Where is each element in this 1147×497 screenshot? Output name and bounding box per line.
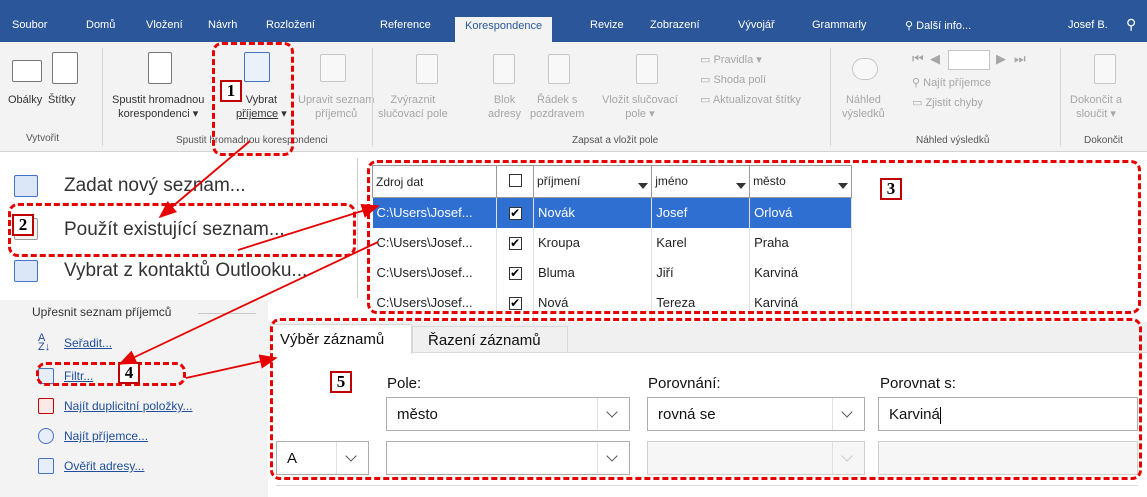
annotation-arrows	[118, 140, 380, 379]
arrow-4-to-5	[185, 354, 278, 379]
arrow-2-to-3	[237, 203, 380, 251]
arrow-1-to-2	[158, 140, 251, 219]
arrow-3-to-4	[118, 241, 379, 365]
